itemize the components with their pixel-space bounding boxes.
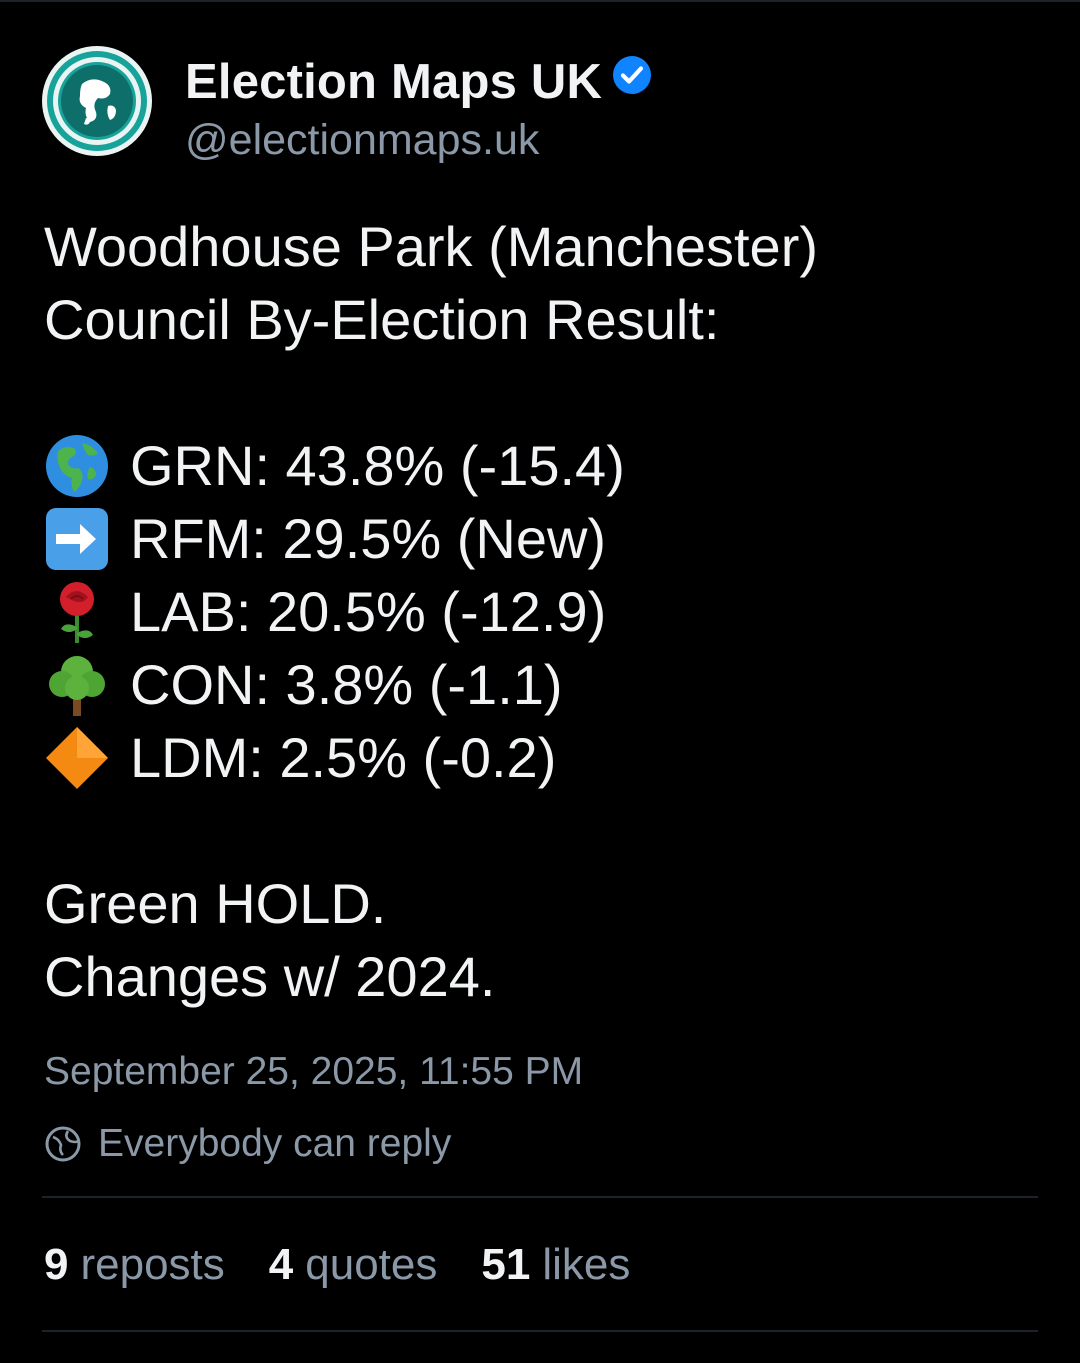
post-title-line-1: Woodhouse Park (Manchester) — [44, 215, 818, 278]
post-footer-line-1: Green HOLD. — [44, 872, 387, 935]
divider-bottom — [42, 1330, 1038, 1332]
likes-stat[interactable]: 51 likes — [481, 1240, 630, 1290]
top-border — [0, 0, 1080, 2]
post-body: Woodhouse Park (Manchester) Council By-E… — [44, 210, 1044, 1013]
post-footer-line-2: Changes w/ 2024. — [44, 945, 496, 1008]
result-text-ldm: LDM: 2.5% (-0.2) — [130, 726, 557, 789]
globe-emoji-icon — [44, 433, 110, 499]
result-line-rfm: RFM: 29.5% (New) — [44, 502, 1044, 575]
result-line-lab: LAB: 20.5% (-12.9) — [44, 575, 1044, 648]
likes-label: likes — [542, 1240, 631, 1289]
engagement-stats: 9 reposts 4 quotes 51 likes — [44, 1240, 674, 1290]
avatar[interactable] — [42, 46, 152, 156]
reposts-count: 9 — [44, 1240, 69, 1289]
reposts-label: reposts — [80, 1240, 225, 1289]
globe-reply-icon — [45, 1126, 81, 1162]
result-text-lab: LAB: 20.5% (-12.9) — [130, 580, 607, 643]
quotes-label: quotes — [305, 1240, 438, 1289]
likes-count: 51 — [481, 1240, 531, 1289]
orange-diamond-emoji-icon — [44, 725, 110, 791]
right-arrow-emoji-icon — [44, 506, 110, 572]
post-header: Election Maps UK @electionmaps.uk — [42, 46, 652, 165]
result-text-con: CON: 3.8% (-1.1) — [130, 653, 563, 716]
rose-emoji-icon — [44, 579, 110, 645]
tree-emoji-icon — [44, 652, 110, 718]
globe-logo-icon — [42, 46, 152, 156]
display-name-row: Election Maps UK — [185, 54, 652, 110]
post-timestamp[interactable]: September 25, 2025, 11:55 PM — [44, 1050, 583, 1094]
post-title-line-2: Council By-Election Result: — [44, 288, 720, 351]
reply-setting[interactable]: Everybody can reply — [44, 1122, 451, 1166]
result-line-con: CON: 3.8% (-1.1) — [44, 648, 1044, 721]
result-text-rfm: RFM: 29.5% (New) — [130, 507, 607, 570]
result-line-grn: GRN: 43.8% (-15.4) — [44, 429, 1044, 502]
display-name[interactable]: Election Maps UK — [185, 54, 602, 110]
author-names: Election Maps UK @electionmaps.uk — [185, 46, 652, 165]
result-line-ldm: LDM: 2.5% (-0.2) — [44, 721, 1044, 794]
divider-top — [42, 1196, 1038, 1198]
quotes-stat[interactable]: 4 quotes — [269, 1240, 438, 1290]
verified-badge-icon[interactable] — [612, 55, 652, 95]
author-handle[interactable]: @electionmaps.uk — [185, 116, 652, 165]
reply-setting-label: Everybody can reply — [98, 1122, 452, 1165]
quotes-count: 4 — [268, 1240, 294, 1289]
result-text-grn: GRN: 43.8% (-15.4) — [130, 434, 625, 497]
reposts-stat[interactable]: 9 reposts — [44, 1240, 225, 1290]
